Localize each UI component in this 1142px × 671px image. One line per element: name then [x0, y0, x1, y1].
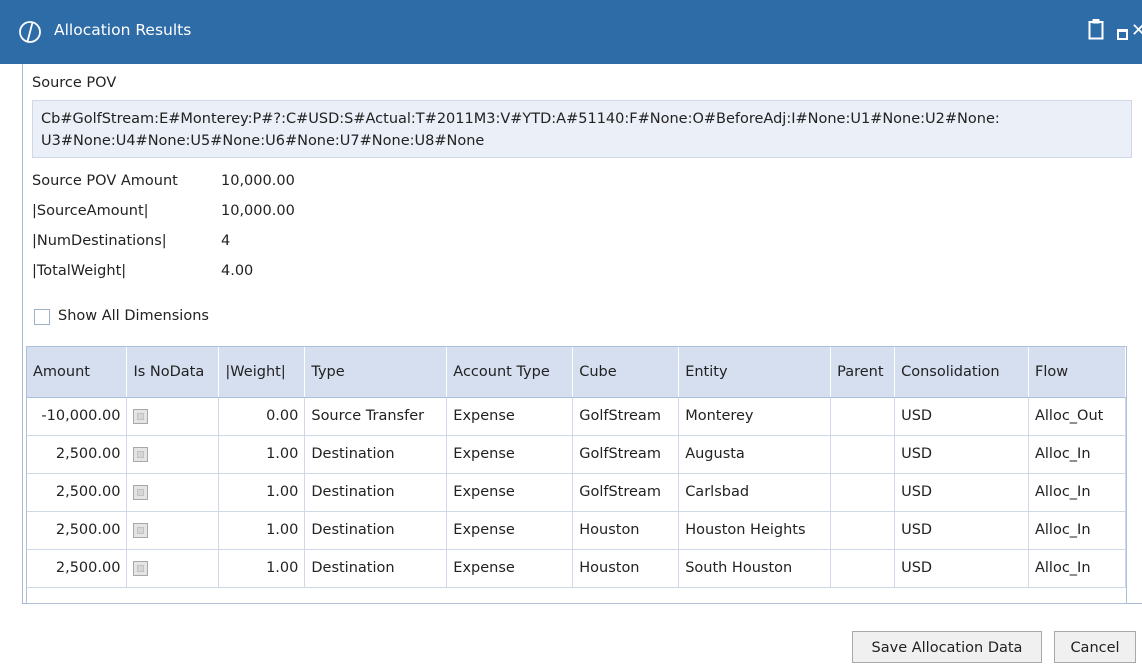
- app-logo-icon: [19, 21, 41, 43]
- table-row[interactable]: -10,000.00 0.00 Source Transfer Expense …: [27, 397, 1126, 436]
- parent-cell: [830, 549, 896, 588]
- parent-cell: [830, 511, 896, 550]
- column-header-amount[interactable]: Amount: [27, 347, 128, 398]
- source-pov-box: Cb#GolfStream:E#Monterey:P#?:C#USD:S#Act…: [32, 100, 1132, 158]
- parent-cell: [830, 397, 896, 436]
- show-all-dimensions-label[interactable]: Show All Dimensions: [58, 308, 209, 324]
- weight-cell: 1.00: [218, 473, 306, 512]
- type-cell: Destination: [304, 435, 448, 474]
- cancel-button[interactable]: Cancel: [1054, 631, 1136, 663]
- allocation-table: Amount Is NoData |Weight| Type Account T…: [27, 347, 1126, 588]
- amount-cell: 2,500.00: [27, 473, 128, 512]
- consolidation-cell: USD: [894, 549, 1029, 588]
- consolidation-cell: USD: [894, 511, 1029, 550]
- clipboard-icon[interactable]: [1088, 18, 1104, 40]
- column-header-account-type[interactable]: Account Type: [446, 347, 574, 398]
- amount-cell: -10,000.00: [27, 397, 128, 436]
- summary-label: Source POV Amount: [32, 173, 178, 189]
- flow-cell: Alloc_In: [1028, 511, 1126, 550]
- flow-cell: Alloc_Out: [1028, 397, 1126, 436]
- table-row[interactable]: 2,500.00 1.00 Destination Expense GolfSt…: [27, 473, 1126, 512]
- is-nodata-cell: [126, 397, 220, 436]
- column-header-cube[interactable]: Cube: [572, 347, 680, 398]
- is-nodata-cell: [126, 549, 220, 588]
- entity-cell: Carlsbad: [678, 473, 832, 512]
- column-header-parent[interactable]: Parent: [830, 347, 896, 398]
- flow-cell: Alloc_In: [1028, 473, 1126, 512]
- entity-cell: Houston Heights: [678, 511, 832, 550]
- entity-cell: Monterey: [678, 397, 832, 436]
- is-nodata-cell: [126, 511, 220, 550]
- maximize-icon[interactable]: [1117, 29, 1128, 40]
- save-allocation-data-button[interactable]: Save Allocation Data: [852, 631, 1042, 663]
- parent-cell: [830, 435, 896, 474]
- parent-cell: [830, 473, 896, 512]
- show-all-dimensions-checkbox[interactable]: [34, 309, 50, 325]
- account-type-cell: Expense: [446, 511, 574, 550]
- type-cell: Source Transfer: [304, 397, 448, 436]
- window-title: Allocation Results: [54, 21, 192, 39]
- flow-cell: Alloc_In: [1028, 435, 1126, 474]
- is-nodata-checkbox[interactable]: [133, 446, 149, 462]
- grid-header-row: Amount Is NoData |Weight| Type Account T…: [27, 347, 1126, 398]
- summary-label: |NumDestinations|: [32, 233, 167, 249]
- allocation-grid: Amount Is NoData |Weight| Type Account T…: [26, 346, 1127, 604]
- column-header-flow[interactable]: Flow: [1028, 347, 1126, 398]
- account-type-cell: Expense: [446, 435, 574, 474]
- account-type-cell: Expense: [446, 397, 574, 436]
- table-row[interactable]: 2,500.00 1.00 Destination Expense Housto…: [27, 549, 1126, 588]
- type-cell: Destination: [304, 549, 448, 588]
- consolidation-cell: USD: [894, 397, 1029, 436]
- type-cell: Destination: [304, 473, 448, 512]
- column-header-weight[interactable]: |Weight|: [218, 347, 306, 398]
- column-header-consolidation[interactable]: Consolidation: [894, 347, 1029, 398]
- table-row[interactable]: 2,500.00 1.00 Destination Expense GolfSt…: [27, 435, 1126, 474]
- is-nodata-cell: [126, 435, 220, 474]
- column-header-is-nodata[interactable]: Is NoData: [126, 347, 220, 398]
- weight-cell: 0.00: [218, 397, 306, 436]
- type-cell: Destination: [304, 511, 448, 550]
- cube-cell: GolfStream: [572, 435, 680, 474]
- summary-value: 10,000.00: [221, 203, 295, 219]
- summary-value: 4.00: [221, 263, 254, 279]
- summary-label: |TotalWeight|: [32, 263, 127, 279]
- is-nodata-checkbox[interactable]: [133, 484, 149, 500]
- is-nodata-cell: [126, 473, 220, 512]
- cube-cell: GolfStream: [572, 397, 680, 436]
- consolidation-cell: USD: [894, 435, 1029, 474]
- is-nodata-checkbox[interactable]: [133, 522, 149, 538]
- flow-cell: Alloc_In: [1028, 549, 1126, 588]
- table-row[interactable]: 2,500.00 1.00 Destination Expense Housto…: [27, 511, 1126, 550]
- amount-cell: 2,500.00: [27, 435, 128, 474]
- source-pov-line-1: Cb#GolfStream:E#Monterey:P#?:C#USD:S#Act…: [41, 111, 1000, 127]
- summary-value: 10,000.00: [221, 173, 295, 189]
- is-nodata-checkbox[interactable]: [133, 560, 149, 576]
- cube-cell: GolfStream: [572, 473, 680, 512]
- cube-cell: Houston: [572, 549, 680, 588]
- close-icon[interactable]: ✕: [1131, 20, 1142, 41]
- weight-cell: 1.00: [218, 511, 306, 550]
- is-nodata-checkbox[interactable]: [133, 408, 149, 424]
- account-type-cell: Expense: [446, 473, 574, 512]
- entity-cell: Augusta: [678, 435, 832, 474]
- cube-cell: Houston: [572, 511, 680, 550]
- source-pov-heading: Source POV: [32, 75, 117, 91]
- weight-cell: 1.00: [218, 549, 306, 588]
- column-header-entity[interactable]: Entity: [678, 347, 832, 398]
- summary-label: |SourceAmount|: [32, 203, 149, 219]
- column-header-type[interactable]: Type: [304, 347, 448, 398]
- account-type-cell: Expense: [446, 549, 574, 588]
- entity-cell: South Houston: [678, 549, 832, 588]
- source-pov-line-2: U3#None:U4#None:U5#None:U6#None:U7#None:…: [41, 133, 485, 149]
- amount-cell: 2,500.00: [27, 511, 128, 550]
- title-bar: Allocation Results ✕: [0, 0, 1142, 64]
- summary-value: 4: [221, 233, 231, 249]
- weight-cell: 1.00: [218, 435, 306, 474]
- consolidation-cell: USD: [894, 473, 1029, 512]
- amount-cell: 2,500.00: [27, 549, 128, 588]
